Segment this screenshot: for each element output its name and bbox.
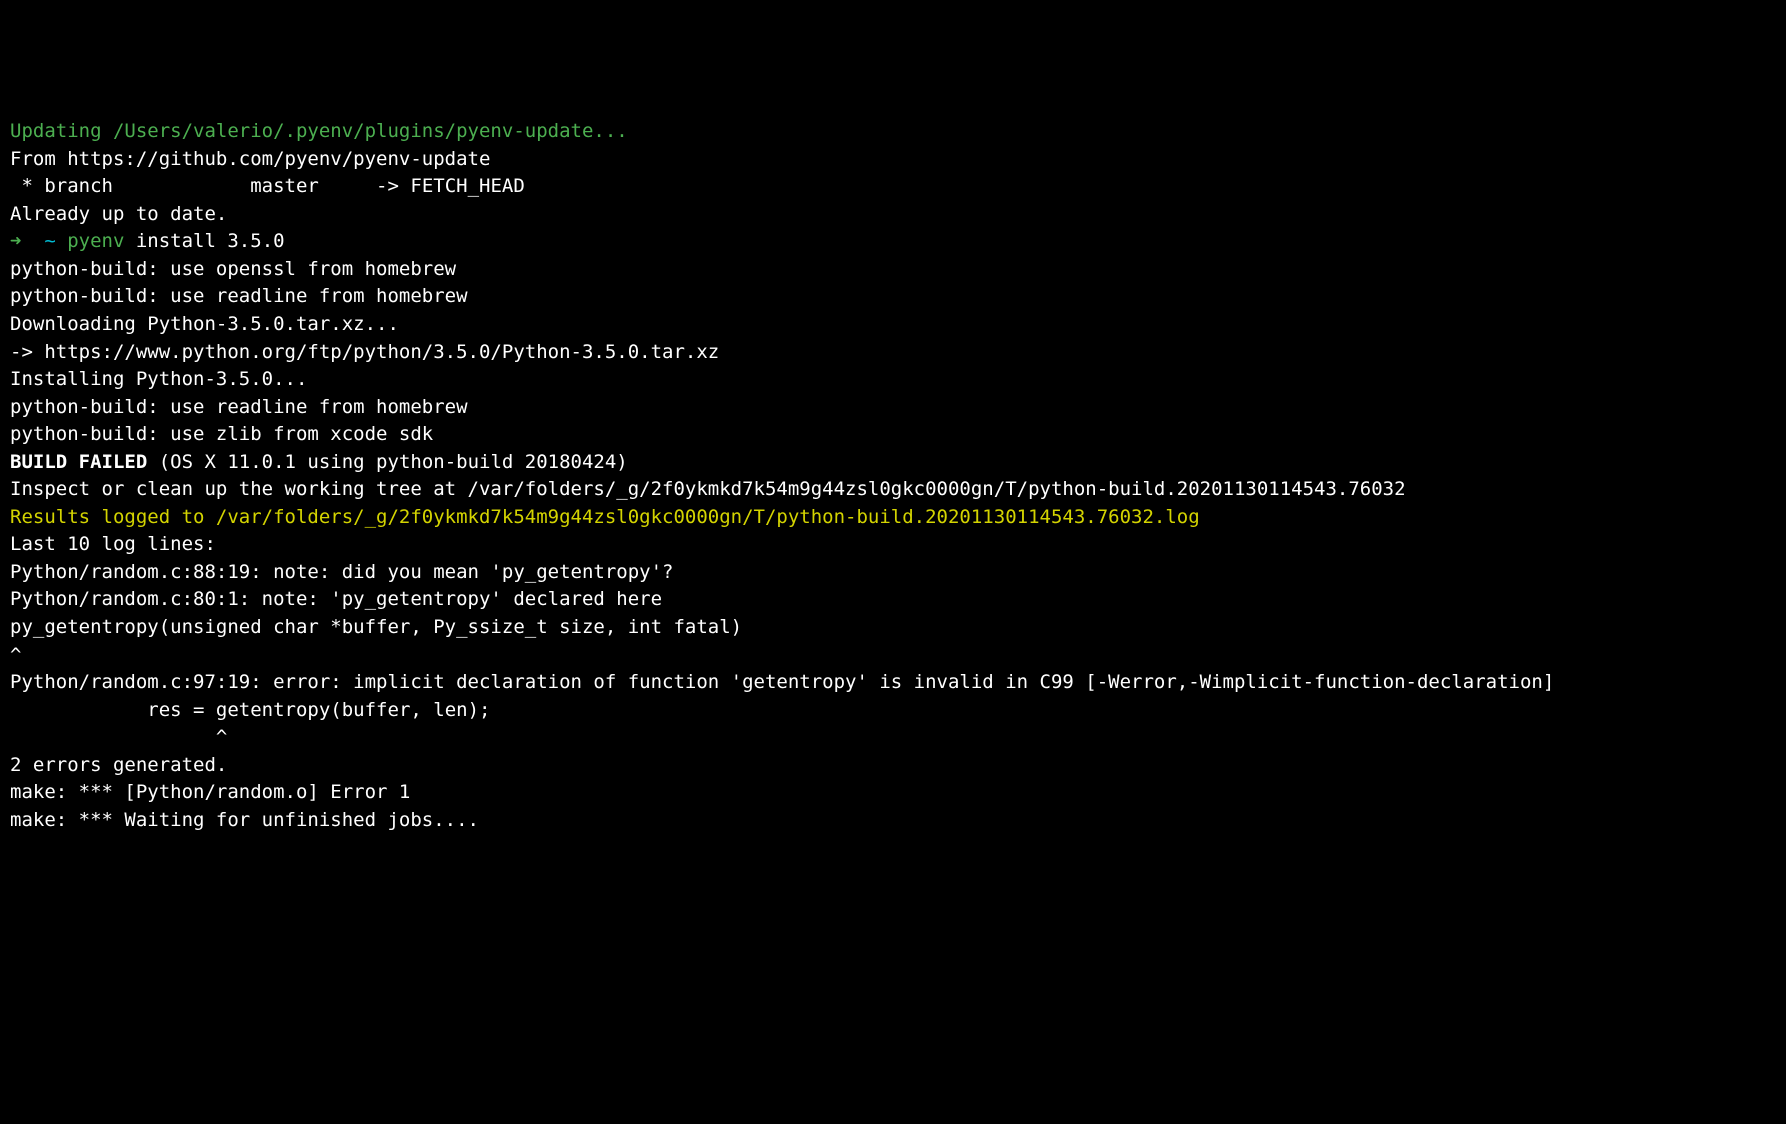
decl-line: py_getentropy(unsigned char *buffer, Py_…	[10, 614, 1776, 642]
make-error-line: make: *** [Python/random.o] Error 1	[10, 779, 1776, 807]
already-up-line: Already up to date.	[10, 201, 1776, 229]
prompt-command: pyenv	[67, 230, 124, 252]
downloading-line: Downloading Python-3.5.0.tar.xz...	[10, 311, 1776, 339]
note1-line: Python/random.c:88:19: note: did you mea…	[10, 559, 1776, 587]
errors-gen-line: 2 errors generated.	[10, 752, 1776, 780]
note2-line: Python/random.c:80:1: note: 'py_getentro…	[10, 586, 1776, 614]
branch-line: * branch master -> FETCH_HEAD	[10, 173, 1776, 201]
from-line: From https://github.com/pyenv/pyenv-upda…	[10, 146, 1776, 174]
terminal-output[interactable]: Updating /Users/valerio/.pyenv/plugins/p…	[10, 118, 1776, 834]
readline-line-2: python-build: use readline from homebrew	[10, 394, 1776, 422]
prompt-args: install 3.5.0	[124, 230, 284, 252]
prompt-tilde: ~	[44, 230, 67, 252]
build-failed-line: BUILD FAILED (OS X 11.0.1 using python-b…	[10, 449, 1776, 477]
inspect-line: Inspect or clean up the working tree at …	[10, 476, 1776, 504]
openssl-line: python-build: use openssl from homebrew	[10, 256, 1776, 284]
prompt-arrow-icon: ➜	[10, 230, 44, 252]
build-failed-detail: (OS X 11.0.1 using python-build 20180424…	[147, 451, 627, 473]
caret2-line: ^	[10, 724, 1776, 752]
updating-line: Updating /Users/valerio/.pyenv/plugins/p…	[10, 118, 1776, 146]
readline-line-1: python-build: use readline from homebrew	[10, 283, 1776, 311]
url-line: -> https://www.python.org/ftp/python/3.5…	[10, 339, 1776, 367]
results-line: Results logged to /var/folders/_g/2f0ykm…	[10, 504, 1776, 532]
installing-line: Installing Python-3.5.0...	[10, 366, 1776, 394]
res-line: res = getentropy(buffer, len);	[10, 697, 1776, 725]
caret1-line: ^	[10, 642, 1776, 670]
make-waiting-line: make: *** Waiting for unfinished jobs...…	[10, 807, 1776, 835]
build-failed-label: BUILD FAILED	[10, 451, 147, 473]
error-line: Python/random.c:97:19: error: implicit d…	[10, 669, 1776, 697]
zlib-line: python-build: use zlib from xcode sdk	[10, 421, 1776, 449]
prompt-line[interactable]: ➜ ~ pyenv install 3.5.0	[10, 228, 1776, 256]
last10-line: Last 10 log lines:	[10, 531, 1776, 559]
